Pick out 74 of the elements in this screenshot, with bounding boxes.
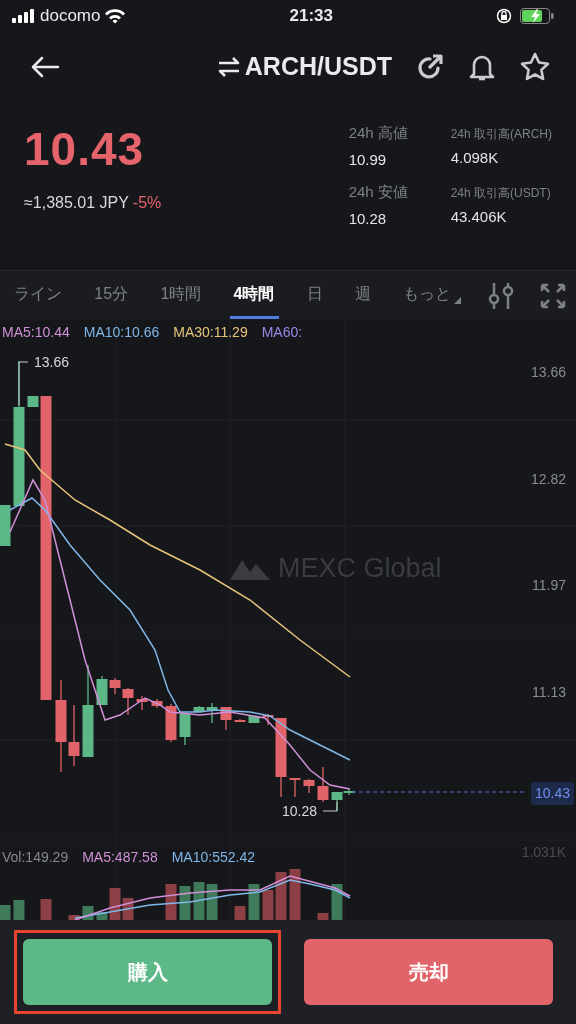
dropdown-corner-icon	[454, 297, 462, 304]
high-leader-line	[18, 361, 29, 406]
volume-bar	[331, 884, 343, 920]
volume-bar	[179, 886, 191, 920]
sell-button[interactable]: 売却	[304, 939, 553, 1005]
orientation-lock-icon	[496, 8, 512, 24]
wifi-icon	[104, 8, 127, 24]
carrier-name: docomo	[40, 5, 101, 28]
volume-bar	[289, 869, 301, 920]
stat-value: 43.406K	[450, 207, 508, 227]
legend-label: MA30:11.29	[173, 323, 248, 342]
volume-bar	[68, 915, 80, 920]
stat-value: 10.99	[348, 149, 388, 170]
legend-label: MA10:10.66	[83, 323, 160, 342]
price-axis-label: 12.82	[530, 470, 566, 489]
price-axis-label: 11.97	[532, 576, 566, 595]
high-price-label: 13.66	[34, 353, 70, 372]
candlestick	[220, 706, 232, 731]
candlestick	[179, 713, 191, 746]
legend-label: MA5:487.58	[82, 848, 158, 867]
low-price-label: 10.28	[282, 802, 318, 821]
stat-label: 24h 取引高(ARCH)	[450, 126, 552, 143]
legend-label: Vol:149.29	[2, 848, 69, 867]
volume-bar	[206, 884, 218, 920]
swap-arrows-icon[interactable]	[216, 56, 241, 78]
price-axis-label: 11.13	[532, 683, 566, 702]
legend-label: MA5:10.44	[2, 323, 70, 342]
timeframe-tab[interactable]: 週	[351, 272, 376, 319]
candlestick	[165, 703, 177, 743]
candlestick	[136, 695, 148, 711]
timeframe-tab[interactable]: もっと	[399, 272, 462, 319]
volume-bar	[40, 899, 52, 920]
candlestick	[234, 718, 246, 723]
battery-charging-icon	[520, 8, 554, 24]
low-leader-line	[322, 801, 338, 812]
stat-value: 4.098K	[450, 148, 500, 168]
volume-bar	[234, 906, 246, 920]
stat-label: 24h 取引高(USDT)	[450, 185, 552, 202]
fullscreen-icon[interactable]	[540, 282, 566, 309]
timeframe-tab[interactable]: 15分	[90, 272, 133, 319]
price-change: -5%	[132, 192, 162, 213]
star-icon[interactable]	[520, 52, 550, 82]
volume-bar	[82, 906, 94, 920]
price-axis-label: 13.66	[530, 363, 566, 382]
candlestick	[0, 504, 11, 547]
candlestick	[303, 778, 315, 794]
legend-label: MA10:552.42	[171, 848, 255, 867]
volume-bar	[13, 900, 25, 920]
last-price: 10.43	[24, 124, 146, 175]
buy-button[interactable]: 購入	[23, 939, 272, 1005]
volume-bar	[193, 882, 205, 920]
candlestick	[289, 777, 301, 798]
signal-icon	[12, 9, 36, 23]
legend-label: MA60:	[261, 323, 303, 342]
volume-bar	[248, 884, 260, 920]
candlestick	[248, 715, 260, 724]
candlestick	[317, 766, 329, 803]
trading-pair-title[interactable]: ARCH/USDT	[244, 48, 392, 86]
volume-bar	[165, 884, 177, 920]
current-price-tag: 10.43	[530, 782, 574, 805]
jpy-price: ≈1,385.01 JPY	[24, 192, 129, 213]
timeframe-tab[interactable]: 日	[302, 272, 327, 319]
back-arrow-icon[interactable]	[30, 56, 60, 78]
volume-bar	[317, 913, 329, 920]
share-icon[interactable]	[416, 53, 444, 81]
timeframe-tab[interactable]: 1時間	[156, 272, 206, 319]
timeframe-tab[interactable]: ライン	[10, 272, 66, 319]
volume-bar	[0, 905, 11, 920]
candlestick	[151, 698, 163, 709]
clock-time: 21:33	[289, 5, 333, 28]
stat-label: 24h 高値	[348, 123, 409, 143]
timeframe-tab[interactable]: 4時間	[229, 272, 279, 319]
stat-value: 10.28	[348, 208, 388, 229]
stat-label: 24h 安値	[348, 182, 409, 202]
